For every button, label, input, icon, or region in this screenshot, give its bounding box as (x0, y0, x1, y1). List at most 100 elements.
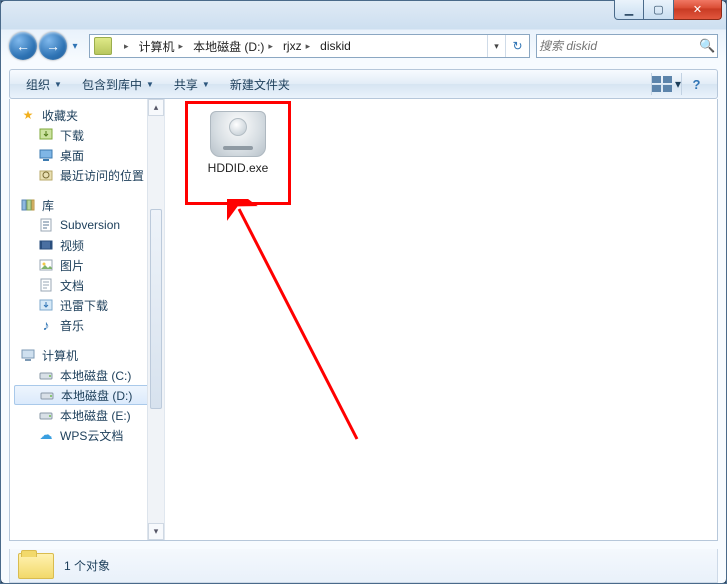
tree-pictures[interactable]: 图片 (10, 255, 164, 275)
tree-wps-cloud[interactable]: ☁ WPS云文档 (10, 425, 164, 445)
scroll-down-button[interactable]: ▾ (148, 523, 164, 540)
navpane-scrollbar[interactable]: ▴ ▾ (147, 99, 164, 540)
search-box[interactable]: 🔍 (536, 34, 718, 58)
window-controls: ▁ ▢ ✕ (614, 1, 722, 29)
tree-label: 桌面 (60, 147, 84, 164)
chevron-right-icon: ▸ (306, 41, 311, 52)
downloads-icon (38, 127, 54, 143)
tree-label: 计算机 (42, 347, 78, 364)
file-item-hddid[interactable]: HDDID.exe (193, 105, 283, 175)
breadcrumb-diskid[interactable]: diskid (316, 35, 357, 57)
search-icon: 🔍 (698, 38, 717, 54)
tree-favorites[interactable]: ★ 收藏夹 (10, 105, 164, 125)
address-dropdown[interactable]: ▾ (487, 35, 505, 57)
drive-icon (38, 407, 54, 423)
breadcrumb-rjxz[interactable]: rjxz ▸ (279, 35, 316, 57)
include-in-library-button[interactable]: 包含到库中 ▼ (72, 70, 164, 98)
share-label: 共享 (174, 76, 198, 93)
breadcrumb-computer[interactable]: 计算机 ▸ (135, 35, 190, 57)
computer-group: 计算机 本地磁盘 (C:) 本地磁盘 (D:) 本地磁盘 (E:) ☁ WPS云… (10, 345, 164, 445)
client-area: ★ 收藏夹 下载 桌面 最近访问的位置 (9, 99, 718, 541)
back-button[interactable]: ← (9, 32, 37, 60)
tree-recent[interactable]: 最近访问的位置 (10, 165, 164, 185)
view-grid-icon (652, 76, 672, 92)
tree-drive-e[interactable]: 本地磁盘 (E:) (10, 405, 164, 425)
libraries-icon (20, 197, 36, 213)
chevron-down-icon: ▼ (54, 80, 62, 89)
chevron-right-icon: ▸ (179, 41, 184, 52)
computer-icon (20, 347, 36, 363)
close-button[interactable]: ✕ (674, 0, 722, 20)
breadcrumb-label: 计算机 (139, 38, 175, 55)
minimize-button[interactable]: ▁ (614, 0, 644, 20)
refresh-button[interactable]: ↻ (505, 35, 529, 57)
forward-button[interactable]: → (39, 32, 67, 60)
breadcrumb-label: 本地磁盘 (D:) (193, 38, 264, 55)
tree-drive-d[interactable]: 本地磁盘 (D:) (14, 385, 160, 405)
tree-label: 视频 (60, 237, 84, 254)
star-icon: ★ (20, 107, 36, 123)
address-bar[interactable]: ▸ 计算机 ▸ 本地磁盘 (D:)▸ rjxz ▸ diskid ▾ ↻ (89, 34, 530, 58)
close-icon: ✕ (693, 3, 702, 16)
explorer-window: ▁ ▢ ✕ ← → ▾ ▸ 计算机 ▸ 本地磁盘 (D:)▸ rjxz ▸ disk… (0, 0, 727, 584)
tree-xunlei[interactable]: 迅雷下载 (10, 295, 164, 315)
breadcrumb-drive-d[interactable]: 本地磁盘 (D:)▸ (189, 35, 279, 57)
tree-videos[interactable]: 视频 (10, 235, 164, 255)
cloud-icon: ☁ (38, 427, 54, 443)
chevron-down-icon: ▾ (72, 41, 77, 52)
scroll-thumb[interactable] (150, 209, 162, 409)
tree-drive-c[interactable]: 本地磁盘 (C:) (10, 365, 164, 385)
tree-libraries[interactable]: 库 (10, 195, 164, 215)
include-label: 包含到库中 (82, 76, 142, 93)
folder-icon (94, 37, 112, 55)
maximize-icon: ▢ (653, 3, 663, 16)
breadcrumb-label: rjxz (283, 39, 302, 53)
favorites-group: ★ 收藏夹 下载 桌面 最近访问的位置 (10, 105, 164, 185)
nav-arrows: ← → ▾ (9, 32, 83, 60)
navigation-pane: ★ 收藏夹 下载 桌面 最近访问的位置 (10, 99, 165, 540)
search-input[interactable] (537, 38, 698, 54)
tree-documents[interactable]: 文档 (10, 275, 164, 295)
toolbar: 组织▼ 包含到库中▼ 共享▼ 新建文件夹 ▾ ? (9, 69, 718, 99)
tree-label: WPS云文档 (60, 427, 123, 444)
tree-label: 本地磁盘 (E:) (60, 407, 131, 424)
videos-icon (38, 237, 54, 253)
libraries-group: 库 Subversion 视频 图片 文档 (10, 195, 164, 335)
status-text: 1 个对象 (64, 557, 110, 574)
tree-label: 最近访问的位置 (60, 167, 144, 184)
status-folder-icon (18, 553, 54, 579)
tree-subversion[interactable]: Subversion (10, 215, 164, 235)
tree-desktop[interactable]: 桌面 (10, 145, 164, 165)
new-folder-button[interactable]: 新建文件夹 (220, 70, 300, 98)
scroll-up-button[interactable]: ▴ (148, 99, 164, 116)
content-pane[interactable]: HDDID.exe (165, 99, 717, 540)
tree-label: 下载 (60, 127, 84, 144)
titlebar: ▁ ▢ ✕ (1, 1, 726, 29)
annotation-arrow-icon (227, 199, 407, 459)
tree-label: 音乐 (60, 317, 84, 334)
subversion-icon (38, 217, 54, 233)
exe-drive-icon (210, 111, 266, 157)
chevron-down-icon: ▼ (146, 80, 154, 89)
tree-music[interactable]: ♪ 音乐 (10, 315, 164, 335)
help-icon: ? (693, 77, 701, 92)
tree-label: 本地磁盘 (D:) (61, 387, 132, 404)
chevron-right-icon: ▸ (124, 41, 129, 52)
history-dropdown[interactable]: ▾ (67, 36, 83, 56)
minimize-icon: ▁ (625, 3, 633, 16)
music-icon: ♪ (38, 317, 54, 333)
tree-label: 收藏夹 (42, 107, 78, 124)
chevron-down-icon: ▾ (494, 41, 499, 52)
xunlei-icon (38, 297, 54, 313)
organize-button[interactable]: 组织▼ (16, 70, 72, 98)
help-button[interactable]: ? (681, 73, 711, 95)
tree-label: 图片 (60, 257, 84, 274)
share-button[interactable]: 共享▼ (164, 70, 220, 98)
view-options-button[interactable]: ▾ (651, 73, 681, 95)
tree-downloads[interactable]: 下载 (10, 125, 164, 145)
refresh-icon: ↻ (512, 39, 522, 53)
maximize-button[interactable]: ▢ (644, 0, 674, 20)
breadcrumb-root[interactable]: ▸ (116, 35, 135, 57)
tree-computer[interactable]: 计算机 (10, 345, 164, 365)
breadcrumb-label: diskid (320, 39, 351, 53)
